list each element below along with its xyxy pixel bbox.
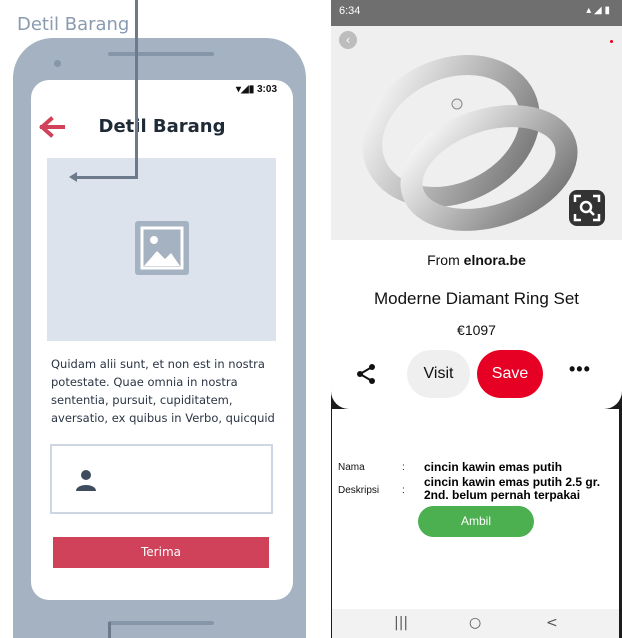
product-price: €1097 (457, 322, 496, 338)
deskripsi-label: Deskripsi (338, 485, 380, 496)
phone-speaker (108, 52, 214, 56)
back-icon[interactable]: ‹ (339, 31, 357, 49)
status-icons: ▴ ◢ ▮ (586, 5, 610, 16)
back-nav-icon[interactable]: < (546, 615, 558, 631)
phone-camera (54, 60, 61, 67)
visual-search-icon[interactable] (569, 190, 605, 226)
recent-apps-icon[interactable]: ||| (394, 615, 408, 631)
notification-dot (610, 40, 613, 43)
wireframe-status-bar: ▾◢▮ 3:03 (236, 84, 277, 95)
wireframe-status-time: 3:03 (256, 84, 277, 95)
item-form: Nama : cincin kawin emas putih Deskripsi… (332, 409, 619, 609)
user-input-field[interactable] (50, 444, 273, 514)
home-icon[interactable]: ○ (469, 615, 481, 631)
visit-button[interactable]: Visit (407, 350, 470, 398)
nama-value: cincin kawin emas putih (424, 460, 563, 474)
product-image-placeholder (47, 158, 276, 341)
signal-icon: ▾◢▮ (235, 84, 257, 95)
wireframe-title: Detil Barang (17, 14, 130, 35)
nama-label: Nama (338, 462, 365, 473)
connector-arrowhead (69, 172, 77, 182)
nama-separator: : (402, 462, 405, 473)
android-status-bar: 6:34 ▴ ◢ ▮ (331, 0, 622, 26)
wireframe-screen: ▾◢▮ 3:03 Detil Barang Quidam alii sunt, … (31, 80, 293, 600)
more-options-icon[interactable]: ••• (569, 359, 591, 380)
connector-line-bottom (108, 622, 111, 638)
product-title: Moderne Diamant Ring Set (373, 289, 580, 308)
image-icon (135, 221, 189, 275)
connector-line (135, 0, 138, 176)
wireframe-description: Quidam alii sunt, et non est in nostra p… (51, 357, 275, 425)
deskripsi-value: cincin kawin emas putih 2.5 gr. 2nd. bel… (424, 475, 601, 502)
deskripsi-separator: : (402, 485, 405, 496)
source-line: From elnora.be (331, 252, 622, 268)
phone-bottom-bar (108, 621, 214, 625)
terima-button[interactable]: Terima (53, 537, 269, 568)
connector-line-horizontal (74, 176, 138, 179)
user-icon (76, 470, 96, 491)
ring-photo[interactable]: ‹ (331, 26, 622, 240)
save-button[interactable]: Save (477, 350, 543, 398)
wireframe-header-title: Detil Barang (98, 116, 226, 137)
android-nav-bar: ||| ○ < (332, 609, 619, 638)
source-prefix: From (427, 252, 460, 268)
source-site-link[interactable]: elnora.be (464, 252, 526, 268)
status-time: 6:34 (339, 5, 361, 17)
share-icon[interactable] (355, 363, 377, 385)
ambil-button[interactable]: Ambil (418, 506, 534, 537)
pin-card: ‹ From elnora.be Moderne Diamant Ring Se… (331, 26, 622, 409)
